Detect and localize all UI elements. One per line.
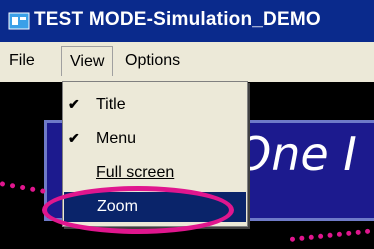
checkmark-icon: ✔ <box>68 130 80 146</box>
menu-item-label: Zoom <box>97 198 138 215</box>
menu-item-title[interactable]: ✔ Title <box>63 90 247 120</box>
view-menu-dropdown: ✔ Title ✔ Menu Full screen Zoom <box>62 81 248 227</box>
menu-options[interactable]: Options <box>125 52 180 70</box>
panel-text: One I <box>235 127 357 181</box>
menu-file[interactable]: File <box>9 52 35 70</box>
title-bar[interactable]: TEST MODE-Simulation_DEMO <box>0 0 374 42</box>
menu-item-label: Title <box>96 96 126 113</box>
menu-item-menu[interactable]: ✔ Menu <box>63 124 247 154</box>
app-window: TEST MODE-Simulation_DEMO File View Opti… <box>0 0 374 249</box>
window-title: TEST MODE-Simulation_DEMO <box>34 9 321 30</box>
menu-view[interactable]: View <box>61 46 114 76</box>
menu-item-zoom[interactable]: Zoom <box>64 192 246 222</box>
menu-bar: File View Options <box>0 42 374 82</box>
menu-item-full-screen[interactable]: Full screen <box>63 158 247 188</box>
menu-item-label: Full screen <box>96 164 175 181</box>
menu-item-label: Menu <box>96 130 137 147</box>
checkmark-icon: ✔ <box>68 96 80 112</box>
app-icon <box>8 12 30 30</box>
